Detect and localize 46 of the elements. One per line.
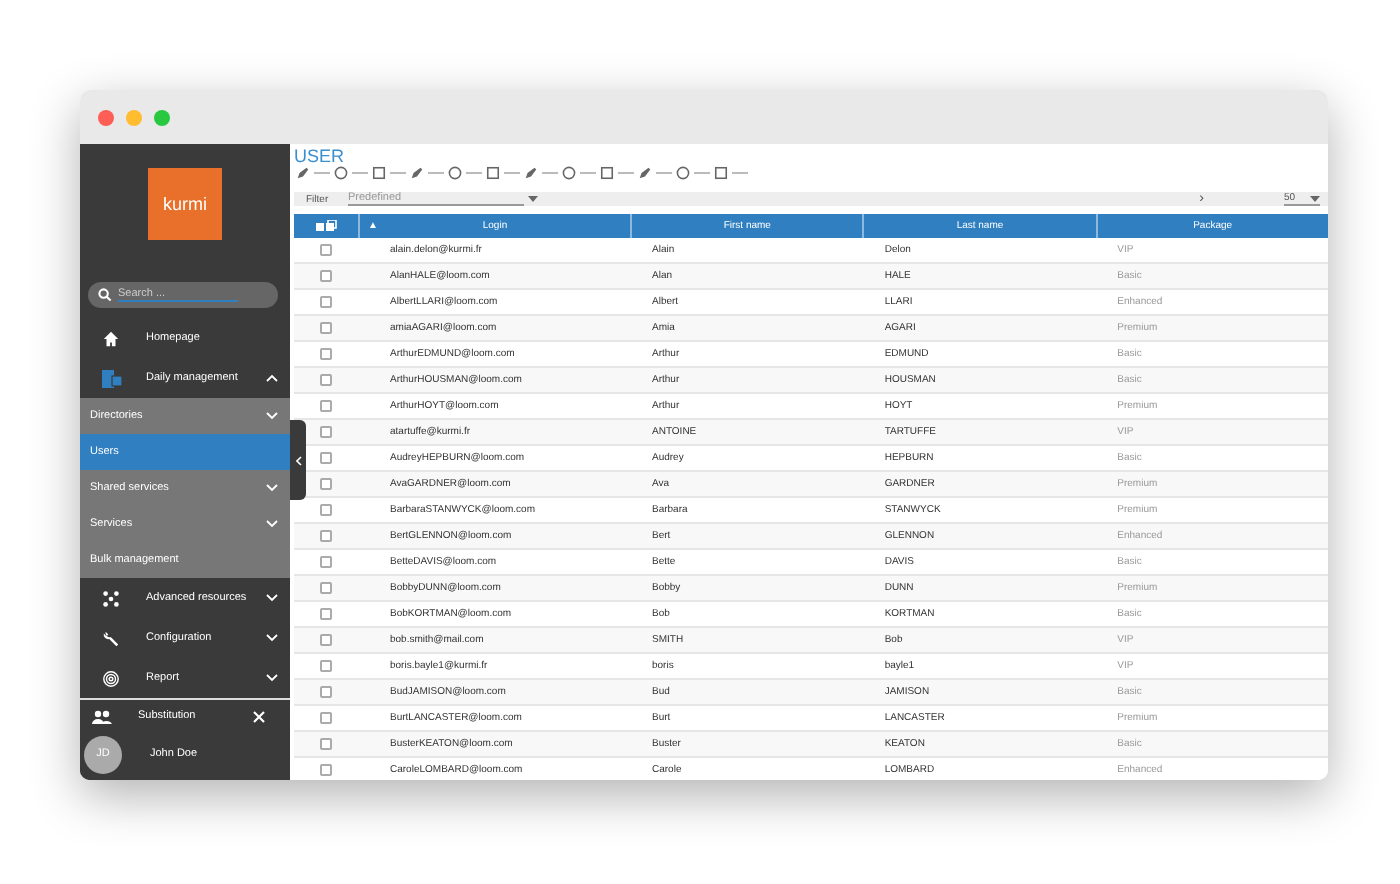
row-checkbox[interactable] (320, 478, 332, 490)
row-checkbox[interactable] (320, 556, 332, 568)
chevron-down-icon (266, 674, 278, 682)
row-checkbox[interactable] (320, 530, 332, 542)
chevron-down-icon (266, 634, 278, 642)
chevron-down-icon (266, 520, 278, 528)
chevron-left-icon (295, 455, 301, 465)
search-icon (98, 288, 112, 303)
minimize-window-button[interactable] (126, 109, 142, 125)
collapse-tab[interactable] (290, 420, 306, 500)
chevron-down-icon (266, 484, 278, 492)
row-checkbox[interactable] (320, 400, 332, 412)
row-checkbox[interactable] (320, 244, 332, 256)
row-checkbox[interactable] (320, 608, 332, 620)
chevron-down-icon (266, 594, 278, 602)
folders-icon (101, 369, 121, 387)
row-checkbox[interactable] (320, 296, 332, 308)
row-checkbox[interactable] (320, 348, 332, 360)
row-checkbox[interactable] (320, 582, 332, 594)
dots-icon (102, 589, 120, 607)
people-icon (92, 709, 112, 723)
row-checkbox[interactable] (320, 660, 332, 672)
row-checkbox[interactable] (320, 374, 332, 386)
row-checkbox[interactable] (320, 504, 332, 516)
select-all-icon[interactable] (315, 220, 337, 232)
row-checkbox[interactable] (320, 634, 332, 646)
page-title: USER (294, 146, 345, 166)
home-icon (102, 329, 120, 347)
chevron-up-icon (266, 374, 278, 382)
row-checkbox[interactable] (320, 764, 332, 776)
caret-icon (1310, 195, 1320, 201)
close-icon[interactable] (252, 709, 266, 723)
row-checkbox[interactable] (320, 270, 332, 282)
close-window-button[interactable] (98, 109, 114, 125)
wrench-icon (102, 629, 120, 647)
chevron-down-icon (266, 412, 278, 420)
row-checkbox[interactable] (320, 426, 332, 438)
logo: kurmi (148, 168, 222, 241)
row-checkbox[interactable] (320, 738, 332, 750)
caret-icon (528, 196, 538, 202)
row-checkbox[interactable] (320, 686, 332, 698)
row-checkbox[interactable] (320, 712, 332, 724)
row-checkbox[interactable] (320, 452, 332, 464)
maximize-window-button[interactable] (154, 109, 170, 125)
row-checkbox[interactable] (320, 322, 332, 334)
pencil-icon[interactable] (296, 166, 310, 180)
